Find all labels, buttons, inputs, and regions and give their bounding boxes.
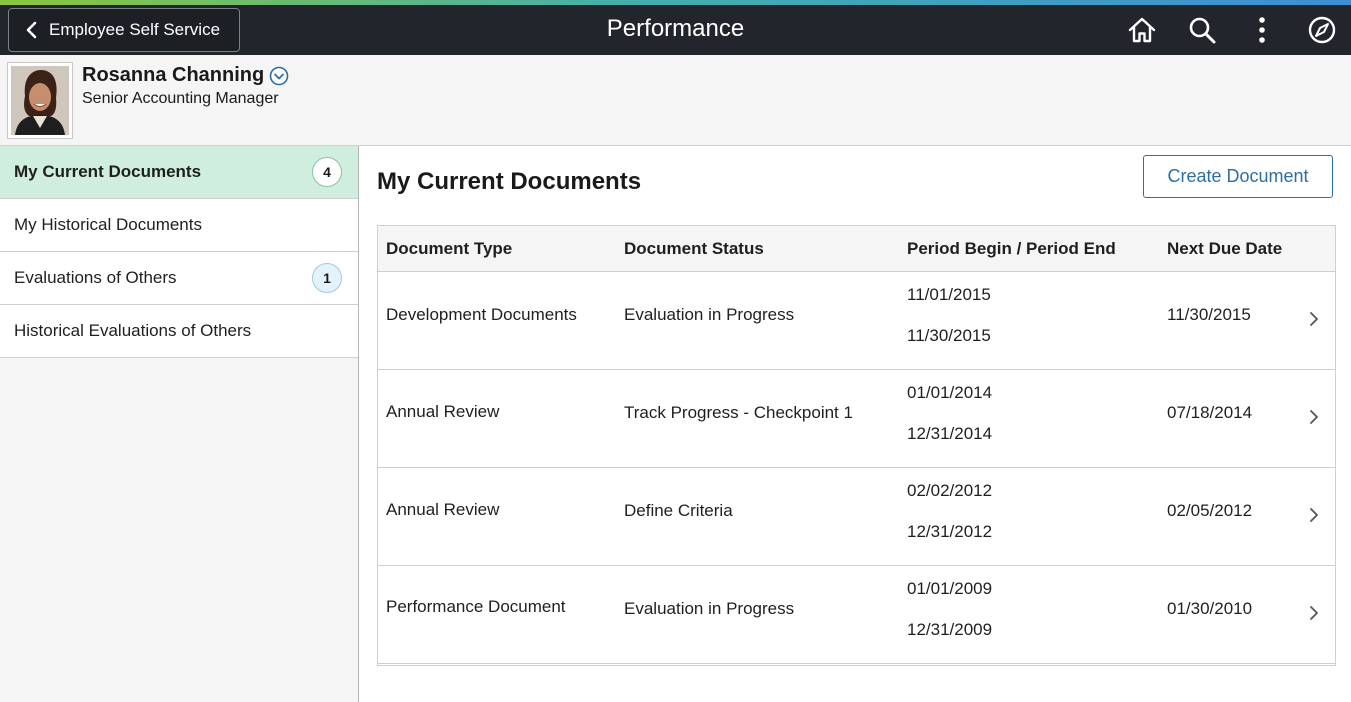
- employee-photo: [7, 62, 73, 139]
- back-button[interactable]: Employee Self Service: [8, 8, 240, 52]
- page-title: My Current Documents: [377, 168, 642, 195]
- period-begin: 11/01/2015: [907, 285, 991, 304]
- column-header-next-due-date: Next Due Date: [1167, 239, 1283, 258]
- chevron-right-icon: [1310, 312, 1318, 326]
- nav-item-label: Evaluations of Others: [14, 268, 177, 287]
- documents-grid: Document Type Document Status Period Beg…: [377, 225, 1336, 666]
- next-due-date: 02/05/2012: [1167, 501, 1253, 520]
- period-end: 12/31/2014: [907, 424, 993, 443]
- employee-name: Rosanna Channing: [82, 64, 265, 86]
- column-header-document-type: Document Type: [386, 239, 513, 258]
- nav-item-evaluations-of-others[interactable]: Evaluations of Others 1: [0, 252, 358, 305]
- period-begin: 01/01/2009: [907, 579, 993, 598]
- document-type: Performance Document: [386, 597, 566, 616]
- employee-title: Senior Accounting Manager: [82, 90, 279, 107]
- search-icon[interactable]: [1186, 14, 1218, 46]
- chevron-left-icon: [26, 21, 37, 39]
- actions-menu-icon[interactable]: [1246, 14, 1278, 46]
- count-badge: 4: [312, 157, 342, 187]
- period-begin: 02/02/2012: [907, 481, 993, 500]
- employee-dropdown-icon[interactable]: [269, 66, 289, 86]
- chevron-right-icon: [1310, 606, 1318, 620]
- nav-item-historical-evaluations-of-others[interactable]: Historical Evaluations of Others: [0, 305, 358, 358]
- next-due-date: 11/30/2015: [1167, 305, 1251, 324]
- main-content: My Current Documents Create Document Doc…: [359, 146, 1351, 702]
- create-document-button[interactable]: Create Document: [1143, 155, 1333, 198]
- table-row[interactable]: Development Documents Evaluation in Prog…: [378, 272, 1335, 370]
- chevron-right-icon: [1310, 410, 1318, 424]
- document-status: Define Criteria: [624, 501, 733, 520]
- employee-header: Rosanna Channing Senior Accounting Manag…: [0, 55, 1351, 146]
- table-row[interactable]: Annual Review Track Progress - Checkpoin…: [378, 370, 1335, 468]
- period-end: 12/31/2009: [907, 620, 993, 639]
- document-status: Evaluation in Progress: [624, 599, 795, 618]
- nav-item-my-current-documents[interactable]: My Current Documents 4: [0, 146, 358, 199]
- nav-item-my-historical-documents[interactable]: My Historical Documents: [0, 199, 358, 252]
- back-button-label: Employee Self Service: [49, 20, 221, 39]
- nav-item-label: My Historical Documents: [14, 215, 202, 234]
- table-row[interactable]: Performance Document Evaluation in Progr…: [378, 566, 1335, 664]
- period-end: 11/30/2015: [907, 326, 991, 345]
- count-badge: 1: [312, 263, 342, 293]
- banner: Employee Self Service Performance: [0, 5, 1351, 55]
- nav-item-label: Historical Evaluations of Others: [14, 321, 252, 340]
- document-type: Annual Review: [386, 402, 500, 421]
- avatar-image: [11, 66, 69, 135]
- column-header-period: Period Begin / Period End: [907, 239, 1116, 258]
- document-type: Development Documents: [386, 305, 577, 324]
- document-type: Annual Review: [386, 500, 500, 519]
- period-end: 12/31/2012: [907, 522, 993, 541]
- column-header-document-status: Document Status: [624, 239, 764, 258]
- left-nav-panel: My Current Documents 4 My Historical Doc…: [0, 146, 359, 702]
- navbar-compass-icon[interactable]: [1306, 14, 1338, 46]
- chevron-right-icon: [1310, 508, 1318, 522]
- document-status: Evaluation in Progress: [624, 305, 795, 324]
- employee-name-row: Rosanna Channing: [82, 64, 289, 87]
- home-icon[interactable]: [1126, 14, 1158, 46]
- document-status: Track Progress - Checkpoint 1: [624, 403, 853, 422]
- next-due-date: 07/18/2014: [1167, 403, 1253, 422]
- table-row[interactable]: Annual Review Define Criteria 02/02/2012…: [378, 468, 1335, 566]
- next-due-date: 01/30/2010: [1167, 599, 1253, 618]
- nav-item-label: My Current Documents: [14, 162, 202, 181]
- period-begin: 01/01/2014: [907, 383, 993, 402]
- grid-header: Document Type Document Status Period Beg…: [378, 226, 1335, 272]
